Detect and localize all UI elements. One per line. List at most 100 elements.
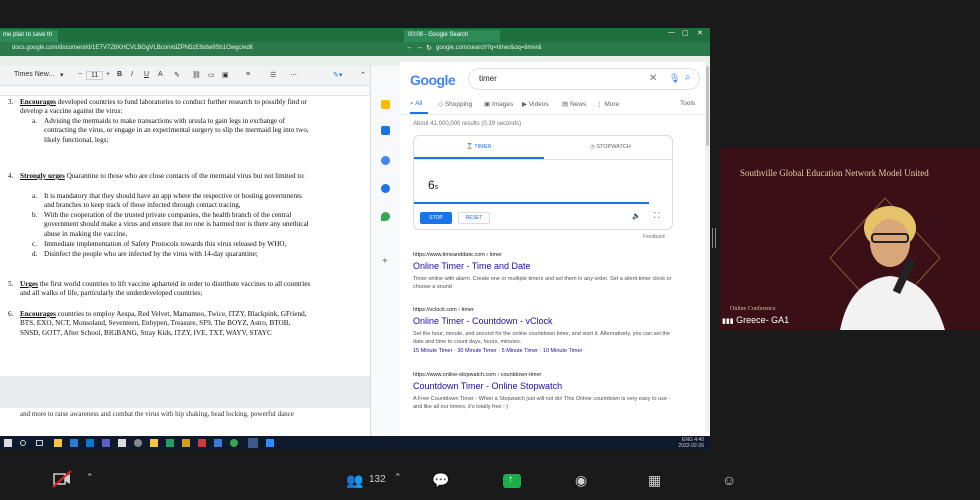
- volume-icon[interactable]: 🔈: [632, 212, 641, 220]
- calendar-icon[interactable]: [381, 156, 390, 165]
- search-box[interactable]: timer ✕ 🎙 ⌕: [468, 68, 700, 90]
- highlight-icon[interactable]: ✎: [174, 71, 180, 79]
- scrollbar-thumb[interactable]: [706, 66, 709, 146]
- contacts-icon[interactable]: [381, 184, 390, 193]
- chat-icon[interactable]: 💬: [432, 472, 449, 489]
- result-title[interactable]: Online Timer - Time and Date: [413, 261, 673, 271]
- timer-tab[interactable]: ⌛ TIMER: [466, 144, 491, 150]
- docs-tab[interactable]: me plan to save th: [0, 30, 58, 42]
- result-title[interactable]: Online Timer - Countdown - vClock: [413, 316, 673, 326]
- mic-icon[interactable]: 🎙: [669, 73, 680, 84]
- document-page[interactable]: 3. Encourages developed countries to fun…: [0, 96, 360, 411]
- search-icon[interactable]: ⌕: [685, 72, 691, 83]
- bold-icon[interactable]: B: [117, 71, 122, 78]
- mail-icon[interactable]: [70, 439, 78, 447]
- timer-display[interactable]: 6s: [428, 176, 438, 194]
- feedback-link[interactable]: Feedback: [643, 234, 665, 240]
- result-url[interactable]: https://vclock.com › timer: [413, 307, 673, 313]
- close-icon[interactable]: ✕: [697, 29, 703, 37]
- result-title[interactable]: Countdown Timer - Online Stopwatch: [413, 381, 673, 391]
- participants-icon[interactable]: 👥: [346, 472, 363, 489]
- more-icon[interactable]: ⋯: [290, 71, 297, 79]
- stop-button[interactable]: STOP: [420, 212, 452, 224]
- document-page-2[interactable]: and more to raise awareness and combat t…: [0, 408, 360, 436]
- underline-icon[interactable]: U: [144, 71, 149, 78]
- font-size-decrease-icon[interactable]: −: [78, 71, 82, 78]
- system-tray[interactable]: ENG 4:40 2022-02-26: [678, 437, 704, 449]
- tools-button[interactable]: Tools: [680, 100, 695, 107]
- reactions-icon[interactable]: ☺: [722, 472, 736, 488]
- docs-bookmarks-bar: [0, 56, 400, 66]
- tab-news[interactable]: ▤ News: [562, 100, 586, 108]
- browser-tab[interactable]: 00:06 - Google Search: [404, 30, 500, 42]
- video-tile[interactable]: Southville Global Education Network Mode…: [720, 148, 980, 330]
- collapse-icon[interactable]: ⌃: [360, 71, 366, 79]
- teams-icon[interactable]: [102, 439, 110, 447]
- participants-count[interactable]: 132: [369, 474, 386, 485]
- add-addon-icon[interactable]: +: [382, 256, 388, 267]
- app-icon[interactable]: [198, 439, 206, 447]
- maps-icon[interactable]: [381, 212, 390, 221]
- stopwatch-tab[interactable]: ◷ STOPWATCH: [590, 144, 631, 150]
- task-view-icon[interactable]: [36, 440, 43, 446]
- italic-icon[interactable]: I: [131, 71, 133, 78]
- result-url[interactable]: https://www.online-stopwatch.com › count…: [413, 372, 673, 378]
- tasks-icon[interactable]: [381, 126, 390, 135]
- share-screen-button[interactable]: ↑: [503, 474, 521, 488]
- participant-name: ▮▮▮ Greece- GA1: [722, 315, 789, 325]
- tab-images[interactable]: ▣ Images: [484, 100, 513, 108]
- docs-url[interactable]: docs.google.com/document/d/1ETV7Z6KHCVLB…: [12, 45, 253, 51]
- app-icon[interactable]: [214, 439, 222, 447]
- editing-mode-icon[interactable]: ✎▾: [333, 71, 342, 79]
- folder-icon[interactable]: [150, 439, 158, 447]
- tab-more[interactable]: ⋮ More: [596, 100, 619, 108]
- file-explorer-icon[interactable]: [54, 439, 62, 447]
- image-icon[interactable]: ▣: [222, 71, 229, 79]
- zoom-app-icon[interactable]: [266, 439, 274, 447]
- edge-icon[interactable]: [86, 439, 94, 447]
- settings-icon[interactable]: [134, 439, 142, 447]
- start-icon[interactable]: [4, 439, 12, 447]
- spotify-icon[interactable]: [166, 439, 174, 447]
- participants-chevron-icon[interactable]: ⌃: [394, 472, 402, 483]
- font-name-select[interactable]: Times New...: [14, 71, 54, 78]
- taskbar-search-icon[interactable]: [20, 440, 26, 446]
- reload-icon[interactable]: ↻: [426, 44, 432, 52]
- video-off-icon[interactable]: [52, 470, 72, 488]
- tab-all[interactable]: ⌕ All: [410, 100, 422, 108]
- fullscreen-icon[interactable]: ⛶: [654, 211, 660, 221]
- clear-icon[interactable]: ✕: [649, 73, 657, 84]
- line-spacing-icon[interactable]: ☰: [270, 71, 276, 79]
- video-options-chevron-icon[interactable]: ⌃: [86, 472, 94, 483]
- text-color-icon[interactable]: A: [158, 71, 163, 78]
- app-icon[interactable]: [182, 439, 190, 447]
- chevron-down-icon[interactable]: ▾: [60, 71, 64, 79]
- font-size-increase-icon[interactable]: +: [106, 71, 110, 78]
- split-handle[interactable]: [712, 228, 716, 248]
- keep-icon[interactable]: [381, 100, 390, 109]
- forward-icon[interactable]: →: [416, 44, 423, 51]
- result-url[interactable]: https://www.timeanddate.com › timer: [413, 252, 673, 258]
- result-sitelinks[interactable]: 15 Minute Timer · 30 Minute Timer · 5 Mi…: [413, 348, 673, 354]
- reset-button[interactable]: RESET: [458, 212, 490, 224]
- scrollbar[interactable]: [705, 62, 710, 432]
- search-input[interactable]: timer: [479, 74, 497, 83]
- timer-widget: ⌛ TIMER ◷ STOPWATCH 6s STOP RESET 🔈 ⛶: [413, 135, 673, 230]
- para3-text: developed countries to fund laboratories…: [20, 98, 307, 116]
- font-size-input[interactable]: 11: [86, 71, 104, 80]
- tab-videos[interactable]: ▶ Videos: [522, 100, 549, 108]
- google-logo[interactable]: Google: [410, 72, 456, 88]
- chrome-active-icon[interactable]: [248, 438, 258, 448]
- align-icon[interactable]: ≡: [246, 71, 250, 78]
- comment-icon[interactable]: ▭: [208, 71, 215, 79]
- breakout-rooms-icon[interactable]: ▦: [648, 472, 661, 489]
- maximize-icon[interactable]: ▢: [682, 29, 689, 37]
- tab-shopping[interactable]: ◇ Shopping: [438, 100, 472, 108]
- minimize-icon[interactable]: —: [668, 29, 675, 36]
- chrome-icon[interactable]: [230, 439, 238, 447]
- browser-url[interactable]: google.com/search?q=timer&oq=timer&: [436, 45, 542, 51]
- record-icon[interactable]: ◉: [575, 472, 587, 489]
- store-icon[interactable]: [118, 439, 126, 447]
- link-icon[interactable]: ⛓: [192, 71, 201, 79]
- back-icon[interactable]: ←: [406, 44, 413, 51]
